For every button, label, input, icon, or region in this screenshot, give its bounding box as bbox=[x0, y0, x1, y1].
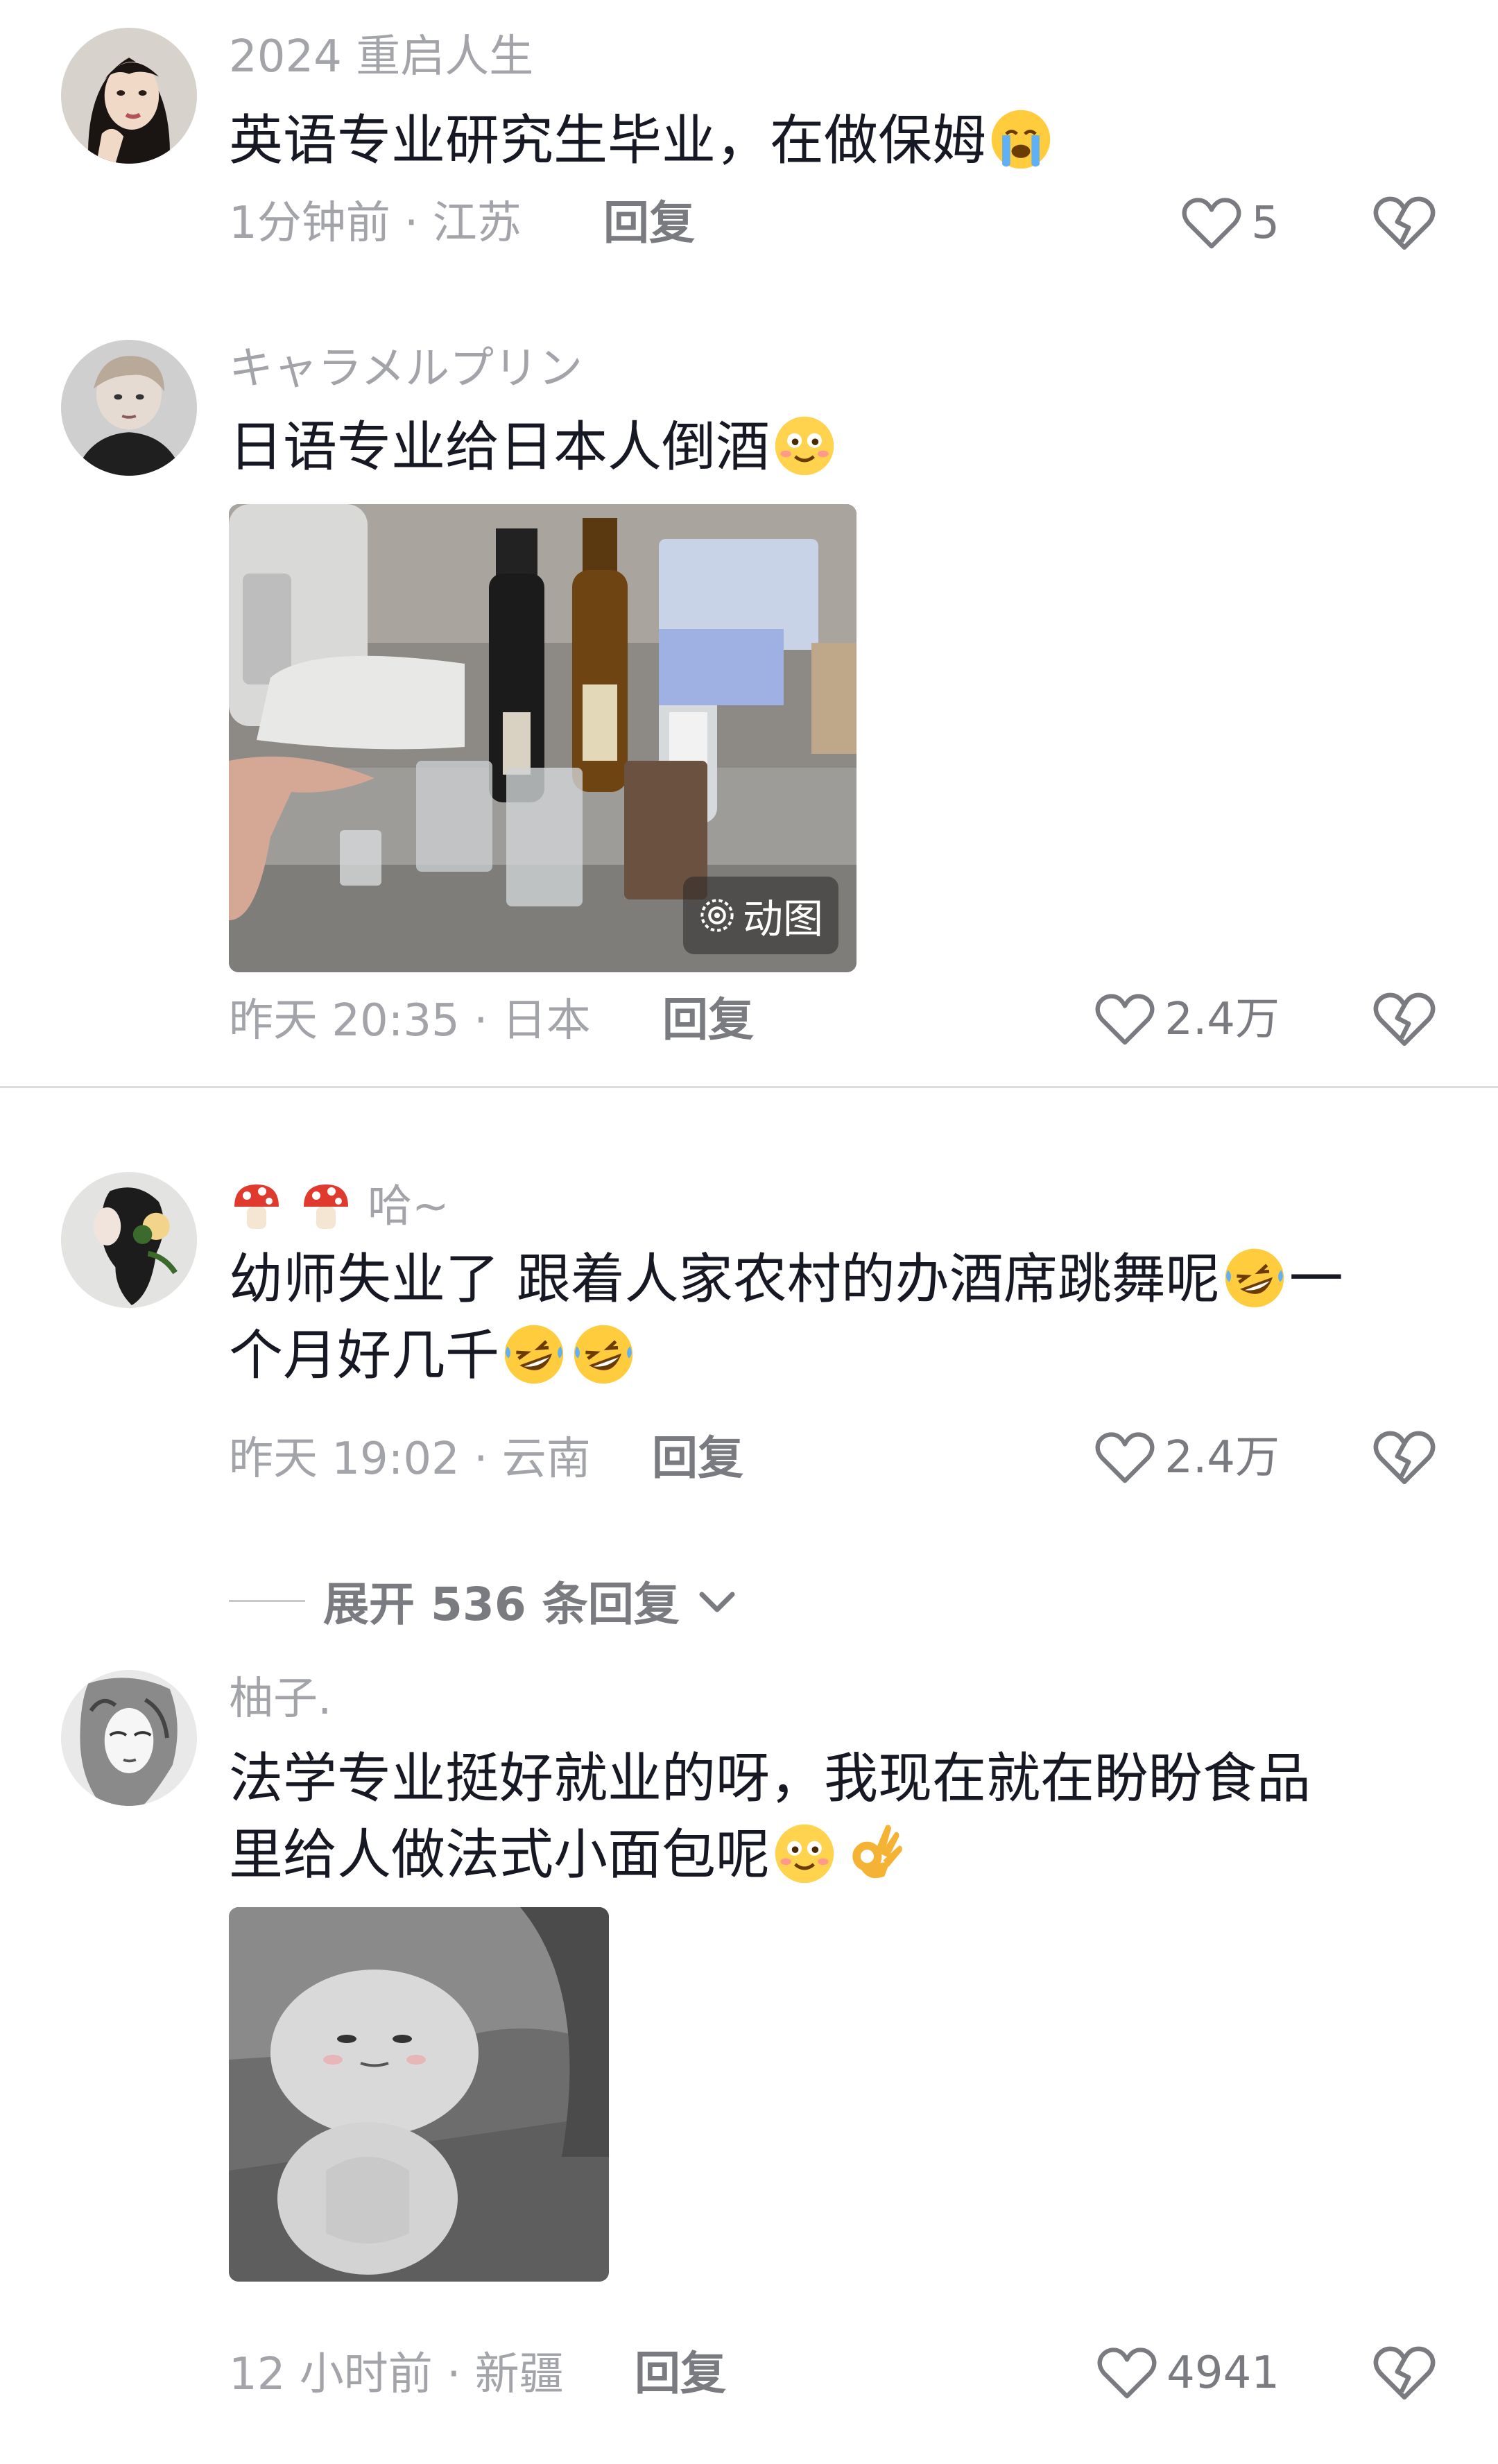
comment-text-body: 里给人做法式小面包呢 bbox=[229, 1824, 770, 1886]
comment-username[interactable]: キャラメルプリン bbox=[229, 347, 583, 391]
mushroom-icon bbox=[298, 1179, 354, 1234]
rofl-face-emoji bbox=[570, 1320, 637, 1386]
divider bbox=[0, 1086, 1498, 1088]
expand-replies-button[interactable]: 展开 536 条回复 bbox=[229, 1567, 737, 1634]
reply-button[interactable]: 回复 bbox=[662, 997, 754, 1043]
heart-icon bbox=[1095, 992, 1155, 1047]
comment-text: 法学专业挺好就业的呀，我现在就在盼盼食品 里给人做法式小面包呢 bbox=[229, 1741, 1415, 1893]
comment-username[interactable]: 2024 重启人生 bbox=[229, 35, 533, 79]
like-count: 5 bbox=[1251, 198, 1280, 249]
gif-badge: 动图 bbox=[682, 877, 838, 954]
like-button[interactable]: 5 bbox=[1182, 196, 1280, 251]
broken-heart-icon[interactable] bbox=[1373, 1429, 1436, 1487]
smiling-face-emoji bbox=[771, 1819, 838, 1886]
avatar[interactable] bbox=[61, 28, 197, 164]
avatar[interactable] bbox=[61, 340, 197, 476]
comment-time-location: 12 小时前 · 新疆 bbox=[229, 2349, 564, 2400]
comment-text: 幼师失业了 跟着人家农村的办酒席跳舞呢 一 个月好几千 bbox=[229, 1241, 1415, 1394]
crying-face-emoji bbox=[988, 105, 1054, 171]
broken-heart-icon[interactable] bbox=[1373, 194, 1436, 252]
comment-text: 日语专业给日本人倒酒 bbox=[229, 409, 1415, 485]
broken-heart-icon[interactable] bbox=[1373, 2344, 1436, 2402]
broken-heart-icon[interactable] bbox=[1373, 990, 1436, 1049]
ok-hand-emoji bbox=[841, 1819, 907, 1886]
comment-text-end: 一 bbox=[1289, 1248, 1343, 1311]
chevron-down-icon bbox=[698, 1574, 737, 1628]
rofl-face-emoji bbox=[501, 1320, 567, 1386]
reply-button[interactable]: 回复 bbox=[652, 1436, 743, 1481]
avatar[interactable] bbox=[61, 1172, 197, 1308]
comment-time-location: 1分钟前 · 江苏 bbox=[229, 198, 522, 249]
meme-image[interactable] bbox=[229, 1907, 609, 2282]
comment-username[interactable]: 哈~ bbox=[229, 1179, 449, 1234]
comment-time-location: 昨天 20:35 · 日本 bbox=[229, 995, 591, 1046]
reply-button[interactable]: 回复 bbox=[603, 200, 695, 246]
comment-time-location: 昨天 19:02 · 云南 bbox=[229, 1433, 591, 1485]
comment-text-body: 个月好几千 bbox=[229, 1325, 500, 1387]
comment-text-body: 日语专业给日本人倒酒 bbox=[229, 416, 770, 479]
comment-text-line-1: 幼师失业了 跟着人家农村的办酒席跳舞呢 一 bbox=[229, 1241, 1415, 1318]
comment-text-line-2: 里给人做法式小面包呢 bbox=[229, 1817, 1415, 1893]
mushroom-icon bbox=[229, 1179, 284, 1234]
gif-image[interactable]: 动图 bbox=[229, 504, 856, 972]
comment-text: 英语专业研究生毕业，在做保姆 bbox=[229, 103, 1415, 179]
gif-label: 动图 bbox=[742, 895, 823, 942]
comment-text-line-1: 法学专业挺好就业的呀，我现在就在盼盼食品 bbox=[229, 1748, 1311, 1810]
avatar[interactable] bbox=[61, 1670, 197, 1806]
like-count: 2.4万 bbox=[1164, 1432, 1280, 1483]
like-count: 2.4万 bbox=[1164, 994, 1280, 1045]
expand-divider-line bbox=[229, 1599, 305, 1602]
comment-text-body: 英语专业研究生毕业，在做保姆 bbox=[229, 110, 987, 172]
comment-text-line-2: 个月好几千 bbox=[229, 1318, 1415, 1394]
like-count: 4941 bbox=[1166, 2347, 1280, 2399]
comment-username[interactable]: 柚子. bbox=[229, 1677, 332, 1721]
username-text[interactable]: 哈~ bbox=[368, 1184, 449, 1229]
heart-icon bbox=[1097, 2345, 1157, 2401]
like-button[interactable]: 2.4万 bbox=[1095, 992, 1280, 1047]
heart-icon bbox=[1095, 1430, 1155, 1485]
like-button[interactable]: 4941 bbox=[1097, 2345, 1280, 2401]
like-button[interactable]: 2.4万 bbox=[1095, 1430, 1280, 1485]
expand-replies-label: 展开 536 条回复 bbox=[323, 1578, 680, 1631]
reply-button[interactable]: 回复 bbox=[635, 2351, 726, 2397]
rofl-face-emoji bbox=[1221, 1243, 1288, 1310]
smiling-face-emoji bbox=[771, 411, 838, 478]
heart-icon bbox=[1182, 196, 1241, 251]
comment-text-body: 幼师失业了 跟着人家农村的办酒席跳舞呢 bbox=[229, 1248, 1220, 1311]
gif-icon bbox=[698, 897, 736, 934]
